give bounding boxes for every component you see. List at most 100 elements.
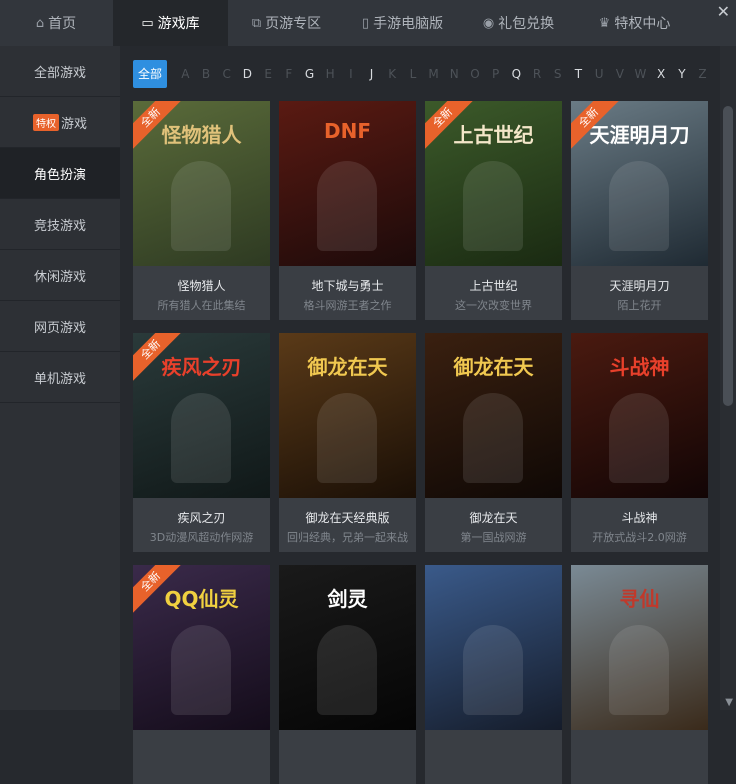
letter-x[interactable]: X bbox=[651, 67, 672, 81]
tab-mobile-pc-label: 手游电脑版 bbox=[373, 16, 444, 32]
character-figure bbox=[317, 161, 377, 251]
game-title: 斗战神 bbox=[621, 511, 658, 525]
letter-y[interactable]: Y bbox=[672, 67, 693, 81]
game-logo-text: 寻仙 bbox=[619, 587, 660, 611]
letter-u: U bbox=[594, 67, 604, 81]
letter-f: F bbox=[285, 67, 293, 81]
sidebar-item-competitive[interactable]: 竞技游戏 bbox=[0, 199, 120, 250]
letter-j[interactable]: J bbox=[361, 67, 382, 81]
sidebar: 全部游戏 特权 游戏 角色扮演 竞技游戏 休闲游戏 网页游戏 单机游戏 bbox=[0, 46, 120, 710]
sidebar-item-web[interactable]: 网页游戏 bbox=[0, 301, 120, 352]
letter-v: V bbox=[615, 67, 624, 81]
phone-icon: ▯ bbox=[361, 15, 370, 31]
tab-home-label: 首页 bbox=[48, 16, 77, 32]
tab-web-games-label: 页游专区 bbox=[265, 16, 322, 32]
letter-m: M bbox=[428, 67, 439, 81]
game-card[interactable]: DNF 地下城与勇士 格斗网游王者之作 bbox=[279, 101, 416, 320]
game-subtitle: 这一次改变世界 bbox=[455, 299, 532, 312]
game-subtitle: 3D动漫风超动作网游 bbox=[149, 531, 254, 544]
game-subtitle: 回归经典，兄弟一起来战 bbox=[287, 531, 408, 544]
letter-h: H bbox=[325, 67, 335, 81]
letter-t[interactable]: T bbox=[568, 67, 589, 81]
tab-game-library[interactable]: ▭ 游戏库 bbox=[113, 0, 228, 46]
game-card[interactable]: 上古世纪 全新 上古世纪 这一次改变世界 bbox=[425, 101, 562, 320]
game-cover-image: 寻仙 bbox=[571, 565, 708, 730]
scrollbar[interactable]: ▼ bbox=[720, 46, 736, 710]
game-card[interactable] bbox=[425, 565, 562, 784]
game-title: 地下城与勇士 bbox=[311, 279, 384, 293]
letter-c: C bbox=[222, 67, 231, 81]
game-card[interactable]: QQ仙灵 全新 bbox=[133, 565, 270, 784]
scroll-down-icon[interactable]: ▼ bbox=[725, 697, 733, 708]
sidebar-item-casual[interactable]: 休闲游戏 bbox=[0, 250, 120, 301]
crown-icon: ♛ bbox=[598, 15, 611, 31]
filter-all-button[interactable]: 全部 bbox=[133, 60, 168, 88]
character-figure bbox=[463, 625, 523, 715]
game-subtitle: 所有猎人在此集结 bbox=[157, 299, 246, 312]
game-subtitle: 格斗网游王者之作 bbox=[303, 299, 392, 312]
game-cover-image: 斗战神 bbox=[571, 333, 708, 498]
close-icon[interactable]: ✕ bbox=[717, 2, 730, 21]
sidebar-item-label: 竞技游戏 bbox=[33, 218, 86, 234]
sidebar-item-label: 全部游戏 bbox=[33, 65, 86, 81]
home-icon: ⌂ bbox=[35, 15, 45, 31]
letter-b: B bbox=[201, 67, 211, 81]
game-card[interactable]: 御龙在天 御龙在天经典版 回归经典，兄弟一起来战 bbox=[279, 333, 416, 552]
letter-o: O bbox=[470, 67, 480, 81]
letter-i: I bbox=[349, 67, 353, 81]
character-figure bbox=[609, 625, 669, 715]
letter-filter: 全部 ABCDEFGHIJKLMNOPQRSTUVWXYZ bbox=[133, 60, 713, 88]
game-cover-image bbox=[425, 565, 562, 730]
letter-d[interactable]: D bbox=[237, 67, 258, 81]
tab-privilege[interactable]: ♛ 特权中心 bbox=[577, 0, 692, 46]
character-figure bbox=[317, 625, 377, 715]
sidebar-item-label: 游戏 bbox=[60, 116, 87, 132]
letter-q[interactable]: Q bbox=[506, 67, 527, 81]
letter-n: N bbox=[449, 67, 459, 81]
sidebar-item-rpg[interactable]: 角色扮演 bbox=[0, 148, 120, 199]
windows-icon: ⧉ bbox=[251, 15, 262, 31]
game-cover-image: 御龙在天 bbox=[279, 333, 416, 498]
character-figure bbox=[463, 393, 523, 483]
letter-w: W bbox=[634, 67, 647, 81]
letter-e: E bbox=[264, 67, 272, 81]
monitor-icon: ▭ bbox=[141, 15, 154, 31]
game-cover-image: 剑灵 bbox=[279, 565, 416, 730]
scrollbar-thumb[interactable] bbox=[723, 106, 733, 406]
letter-s: S bbox=[553, 67, 562, 81]
letter-l: L bbox=[409, 67, 417, 81]
game-subtitle: 第一国战网游 bbox=[460, 531, 527, 544]
tab-mobile-pc[interactable]: ▯ 手游电脑版 bbox=[345, 0, 460, 46]
game-logo-text: 剑灵 bbox=[327, 587, 368, 611]
letter-z: Z bbox=[698, 67, 707, 81]
tab-privilege-label: 特权中心 bbox=[614, 16, 671, 32]
game-card[interactable]: 怪物猎人 全新 怪物猎人 所有猎人在此集结 bbox=[133, 101, 270, 320]
sidebar-item-label: 网页游戏 bbox=[33, 320, 86, 336]
tab-game-library-label: 游戏库 bbox=[157, 16, 200, 32]
game-title: 天涯明月刀 bbox=[609, 279, 670, 293]
character-figure bbox=[171, 161, 231, 251]
sidebar-item-privilege[interactable]: 特权 游戏 bbox=[0, 97, 120, 148]
character-figure bbox=[171, 625, 231, 715]
game-card[interactable]: 天涯明月刀 全新 天涯明月刀 陌上花开 bbox=[571, 101, 708, 320]
game-cover-image: DNF bbox=[279, 101, 416, 266]
game-subtitle: 陌上花开 bbox=[617, 299, 662, 312]
sidebar-item-label: 角色扮演 bbox=[33, 167, 86, 183]
letter-g[interactable]: G bbox=[299, 67, 320, 81]
game-card[interactable]: 疾风之刃 全新 疾风之刃 3D动漫风超动作网游 bbox=[133, 333, 270, 552]
sidebar-item-all[interactable]: 全部游戏 bbox=[0, 46, 120, 97]
tab-home[interactable]: ⌂ 首页 bbox=[0, 0, 112, 46]
privilege-badge: 特权 bbox=[32, 113, 59, 131]
game-card[interactable]: 剑灵 bbox=[279, 565, 416, 784]
letter-r: R bbox=[532, 67, 542, 81]
game-card[interactable]: 斗战神 斗战神 开放式战斗2.0网游 bbox=[571, 333, 708, 552]
character-figure bbox=[317, 393, 377, 483]
tab-gift-redeem[interactable]: ◉ 礼包兑换 bbox=[461, 0, 576, 46]
letter-a: A bbox=[181, 67, 190, 81]
tab-gift-redeem-label: 礼包兑换 bbox=[498, 16, 555, 32]
tab-web-games[interactable]: ⧉ 页游专区 bbox=[229, 0, 344, 46]
sidebar-item-single[interactable]: 单机游戏 bbox=[0, 352, 120, 403]
game-card[interactable]: 御龙在天 御龙在天 第一国战网游 bbox=[425, 333, 562, 552]
game-card[interactable]: 寻仙 bbox=[571, 565, 708, 784]
letter-p: P bbox=[492, 67, 500, 81]
